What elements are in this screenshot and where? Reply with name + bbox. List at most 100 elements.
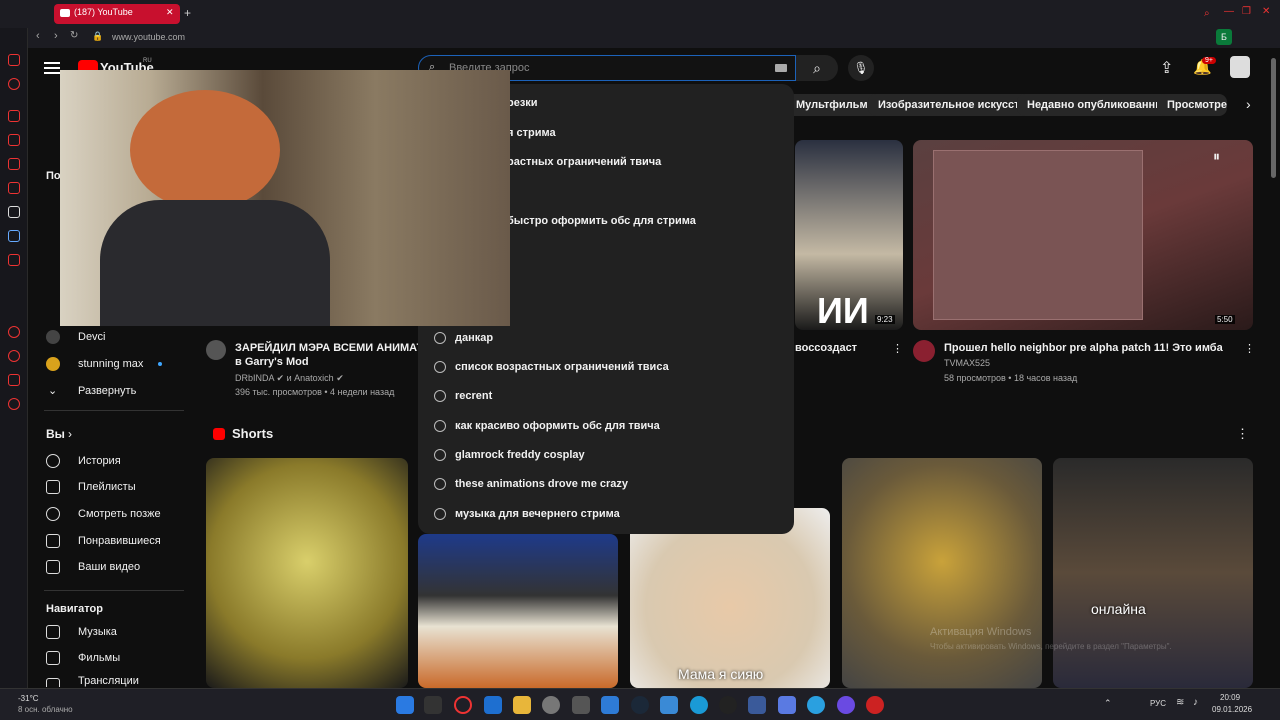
suggestion-item[interactable]: музыка для вечернего стрима bbox=[418, 500, 794, 529]
app-icon[interactable] bbox=[837, 696, 855, 714]
tab-youtube[interactable]: (187) YouTube ✕ bbox=[54, 4, 180, 24]
chip-watched[interactable]: Просмотрено bbox=[1157, 94, 1227, 116]
sidebar-item-playlists[interactable]: Плейлисты bbox=[44, 475, 184, 499]
suggestion-item[interactable]: glamrock freddy cosplay bbox=[418, 441, 794, 470]
sidebar-item-movies[interactable]: Фильмы bbox=[44, 646, 184, 670]
store-icon[interactable] bbox=[601, 696, 619, 714]
tray-chevron-icon[interactable]: ⌃ bbox=[1104, 698, 1112, 709]
avatar[interactable] bbox=[913, 340, 935, 362]
channel-stunning-max[interactable]: stunning max bbox=[44, 352, 184, 376]
scrollbar-thumb[interactable] bbox=[1271, 58, 1276, 178]
you-heading[interactable]: Вы › bbox=[44, 422, 184, 446]
video-title[interactable]: ЗАРЕЙДИЛ МЭРА ВСЕМИ АНИМАТР bbox=[235, 342, 431, 354]
sidebar-item-liked[interactable]: Понравившиеся bbox=[44, 529, 184, 553]
video-thumbnail[interactable]: ИИ 9:23 bbox=[795, 140, 903, 330]
suggestion-partial[interactable]: я стрима bbox=[507, 127, 556, 139]
sidebar-item-music[interactable]: Музыка bbox=[44, 620, 184, 644]
app-icon[interactable] bbox=[660, 696, 678, 714]
menu-icon[interactable] bbox=[44, 60, 60, 74]
app-icon[interactable] bbox=[778, 696, 796, 714]
sidebar-item-live[interactable]: Трансляции bbox=[44, 673, 184, 687]
close-window-icon[interactable]: ✕ bbox=[1262, 6, 1270, 17]
short-thumbnail[interactable] bbox=[842, 458, 1042, 688]
edge-icon[interactable] bbox=[690, 696, 708, 714]
settings-icon[interactable] bbox=[8, 398, 20, 410]
maximize-icon[interactable]: ❐ bbox=[1242, 6, 1251, 17]
vk-icon[interactable] bbox=[8, 158, 20, 170]
short-thumbnail[interactable] bbox=[418, 534, 618, 688]
suggestion-item[interactable]: these animations drove me crazy bbox=[418, 470, 794, 499]
more-options-icon[interactable]: ⋮ bbox=[1244, 342, 1255, 355]
history-icon[interactable] bbox=[8, 350, 20, 362]
video-title-line2[interactable]: в Garry's Mod bbox=[235, 356, 309, 368]
start-icon[interactable] bbox=[396, 696, 414, 714]
yandex-icon[interactable] bbox=[8, 254, 20, 266]
chevron-right-icon[interactable]: › bbox=[1246, 96, 1251, 112]
channel-devci[interactable]: Devci bbox=[44, 325, 184, 349]
telegram-icon[interactable] bbox=[807, 696, 825, 714]
suggestion-partial[interactable]: растных ограничений твича bbox=[507, 156, 661, 168]
suggestion-partial[interactable]: быстро оформить обс для стрима bbox=[507, 215, 696, 227]
history-icon[interactable] bbox=[8, 78, 20, 90]
channel-name[interactable]: Anatoxich bbox=[294, 373, 334, 383]
steam-icon[interactable] bbox=[631, 696, 649, 714]
folder-icon[interactable] bbox=[513, 696, 531, 714]
volume-icon[interactable]: ♪ bbox=[1193, 697, 1198, 708]
mail-icon[interactable] bbox=[8, 182, 20, 194]
suggestion-item[interactable]: данкар bbox=[418, 324, 794, 353]
app-icon[interactable] bbox=[748, 696, 766, 714]
opera-icon[interactable] bbox=[454, 696, 472, 714]
video-thumbnail[interactable]: ⏸ 5:50 bbox=[913, 140, 1253, 330]
short-thumbnail[interactable]: онлайна bbox=[1053, 458, 1253, 688]
new-tab-button[interactable]: + bbox=[184, 6, 191, 20]
voice-search-icon[interactable]: 🎙 bbox=[848, 55, 874, 81]
sidebar-item-your-videos[interactable]: Ваши видео bbox=[44, 555, 184, 579]
suggestion-item[interactable]: список возрастных ограничений твиса bbox=[418, 353, 794, 382]
messenger-icon[interactable] bbox=[8, 134, 20, 146]
channel-name[interactable]: DRbINDA bbox=[235, 373, 274, 383]
player-icon[interactable] bbox=[719, 696, 737, 714]
language-indicator[interactable]: РУС bbox=[1150, 699, 1166, 708]
minimize-icon[interactable]: — bbox=[1224, 6, 1234, 17]
clock-icon[interactable] bbox=[8, 326, 20, 338]
more-options-icon[interactable]: ⋮ bbox=[892, 342, 903, 355]
url-field[interactable]: www.youtube.com bbox=[112, 32, 185, 42]
camera-icon[interactable] bbox=[572, 696, 590, 714]
home-icon[interactable] bbox=[8, 54, 20, 66]
search-icon[interactable] bbox=[424, 696, 442, 714]
avatar[interactable] bbox=[1230, 56, 1250, 78]
reload-icon[interactable]: ↻ bbox=[70, 30, 78, 41]
aria-icon[interactable] bbox=[8, 206, 20, 218]
create-icon[interactable]: ⇪ bbox=[1160, 58, 1173, 78]
suggestion-item[interactable]: как красиво оформить обс для твича bbox=[418, 412, 794, 441]
forward-icon[interactable]: › bbox=[54, 30, 58, 42]
app-icon[interactable] bbox=[8, 230, 20, 242]
avatar[interactable] bbox=[206, 340, 226, 360]
expand-button[interactable]: ⌄ Развернуть bbox=[44, 379, 184, 403]
back-icon[interactable]: ‹ bbox=[36, 30, 40, 42]
settings-icon[interactable] bbox=[542, 696, 560, 714]
keyboard-icon[interactable] bbox=[775, 64, 787, 72]
wifi-icon[interactable]: ≋ bbox=[1176, 697, 1184, 708]
clock-date[interactable]: 09.01.2026 bbox=[1212, 705, 1252, 714]
profile-icon[interactable]: Б bbox=[1216, 29, 1232, 45]
pause-icon[interactable]: ⏸ bbox=[1213, 148, 1220, 165]
weather-temp[interactable]: -31°C bbox=[18, 694, 39, 703]
pin-icon[interactable] bbox=[8, 374, 20, 386]
close-tab-icon[interactable]: ✕ bbox=[166, 7, 174, 18]
app-icon[interactable] bbox=[484, 696, 502, 714]
short-thumbnail[interactable]: Мама я сияю bbox=[630, 508, 830, 688]
channel-name[interactable]: TVMAX525 bbox=[944, 358, 990, 368]
video-title[interactable]: Прошел hello neighbor pre alpha patch 11… bbox=[944, 342, 1223, 354]
more-options-icon[interactable]: ⋮ bbox=[1236, 426, 1249, 442]
suggestion-partial[interactable]: резки bbox=[507, 97, 538, 109]
app-icon[interactable] bbox=[866, 696, 884, 714]
suggestion-item[interactable]: recrent bbox=[418, 382, 794, 411]
speed-dial-icon[interactable] bbox=[8, 110, 20, 122]
sidebar-item-watch-later[interactable]: Смотреть позже bbox=[44, 502, 184, 526]
short-thumbnail[interactable] bbox=[206, 458, 408, 688]
video-title[interactable]: воссоздаст bbox=[795, 342, 857, 354]
sidebar-item-history[interactable]: История bbox=[44, 449, 184, 473]
search-tabs-icon[interactable]: ⌕ bbox=[1204, 8, 1210, 19]
clock-time[interactable]: 20:09 bbox=[1220, 693, 1240, 702]
